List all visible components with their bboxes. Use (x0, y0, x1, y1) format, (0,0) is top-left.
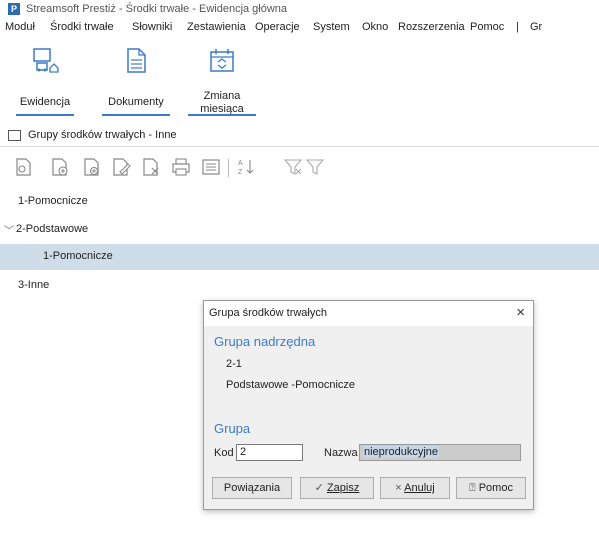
filter-icon[interactable] (305, 157, 325, 177)
menu-item-rozszerzenia[interactable]: Rozszerzenia (398, 21, 465, 33)
view-document-icon[interactable] (14, 157, 34, 177)
tree-row-label: 1-Pomocnicze (18, 195, 88, 207)
cancel-button-label: Anuluj (404, 482, 435, 494)
ribbon-ewidencja-underline (16, 114, 74, 116)
nazwa-label: Nazwa (324, 447, 358, 459)
nazwa-value: nieprodukcyjne (363, 446, 439, 458)
filter-clear-icon[interactable] (283, 157, 303, 177)
svg-text:Z: Z (238, 169, 243, 176)
group-section-heading: Grupa (214, 421, 251, 436)
tree-row[interactable]: ﹀ 2-Podstawowe (0, 217, 599, 243)
ribbon-ewidencja-button[interactable]: Ewidencja (10, 40, 80, 120)
kod-value: 2 (240, 446, 247, 458)
parent-code: 2-1 (226, 358, 242, 370)
save-button-label: Zapisz (326, 482, 360, 494)
ribbon-zmiana-underline (188, 114, 256, 116)
links-button[interactable]: Powiązania (212, 477, 292, 499)
list-header: Grupy środków trwałych - Inne (0, 124, 599, 147)
kod-input[interactable]: 2 (236, 444, 303, 461)
ribbon-dokumenty-label: Dokumenty (108, 96, 164, 108)
title-bar: P Streamsoft Prestiż - Środki trwałe - E… (0, 0, 599, 18)
window-title: Streamsoft Prestiż - Środki trwałe - Ewi… (26, 3, 288, 15)
kod-label: Kod (214, 447, 234, 459)
tree-row-selected[interactable]: 1-Pomocnicze (0, 244, 599, 270)
add-document-icon[interactable] (50, 157, 70, 177)
ribbon-dokumenty-underline (102, 114, 170, 116)
menu-bar: Moduł Środki trwałe Słowniki Zestawienia… (0, 18, 599, 36)
parent-section-heading: Grupa nadrzędna (214, 334, 316, 349)
ribbon-zmiana-miesiaca-button[interactable]: Zmiana miesiąca (182, 40, 262, 120)
help-icon: ⍰ (469, 482, 476, 494)
chevron-down-icon[interactable]: ﹀ (4, 222, 14, 237)
menu-item-slowniki[interactable]: Słowniki (132, 21, 172, 33)
app-logo: P (8, 3, 20, 15)
tree-row-label: 3-Inne (18, 279, 50, 291)
menu-item-srodki-trwale[interactable]: Środki trwałe (50, 21, 114, 33)
document-icon (127, 48, 146, 73)
dialog-title: Grupa środków trwałych (209, 307, 327, 319)
tree-row-label: 2-Podstawowe (16, 223, 89, 235)
list-header-icon (8, 130, 21, 141)
toolbar-separator (228, 159, 229, 177)
check-icon: ✓ (314, 482, 324, 494)
menu-item-system[interactable]: System (313, 21, 350, 33)
copy-document-icon[interactable] (82, 157, 102, 177)
sort-icon[interactable]: A Z (236, 157, 256, 177)
links-button-label: Powiązania (223, 482, 281, 494)
help-button-label: Pomoc (478, 482, 513, 494)
calendar-switch-icon (210, 49, 234, 72)
menu-item-gr[interactable]: Gr (530, 21, 542, 33)
computer-building-icon (33, 48, 59, 73)
menu-item-modul[interactable]: Moduł (5, 21, 35, 33)
menu-separator: | (516, 21, 519, 33)
group-dialog: Grupa środków trwałych × Grupa nadrzędna… (203, 300, 534, 510)
menu-item-pomoc[interactable]: Pomoc (470, 21, 504, 33)
help-button[interactable]: ⍰ Pomoc (456, 477, 526, 499)
save-button[interactable]: ✓ Zapisz (300, 477, 374, 499)
print-icon[interactable] (171, 157, 191, 177)
ribbon-zmiana-label-1: Zmiana (203, 90, 241, 102)
ribbon: Ewidencja Dokumenty Zmiana miesiąca (0, 36, 599, 125)
tree-row[interactable]: 3-Inne (0, 273, 599, 299)
tree-row[interactable]: 1-Pomocnicze (0, 189, 599, 215)
svg-text:A: A (238, 160, 243, 167)
dialog-title-bar: Grupa środków trwałych × (204, 301, 533, 326)
ribbon-ewidencja-label: Ewidencja (19, 96, 71, 108)
delete-document-icon[interactable] (141, 157, 161, 177)
close-icon[interactable]: × (516, 304, 525, 321)
list-icon[interactable] (201, 157, 221, 177)
list-header-title: Grupy środków trwałych - Inne (28, 129, 177, 141)
list-toolbar: A Z (0, 147, 599, 187)
cancel-button[interactable]: × Anuluj (380, 477, 450, 499)
menu-item-okno[interactable]: Okno (362, 21, 388, 33)
x-icon: × (395, 482, 402, 494)
menu-item-zestawienia[interactable]: Zestawienia (187, 21, 246, 33)
menu-item-operacje[interactable]: Operacje (255, 21, 300, 33)
parent-name: Podstawowe -Pomocnicze (226, 379, 356, 391)
edit-document-icon[interactable] (111, 157, 131, 177)
tree-row-label: 1-Pomocnicze (43, 250, 113, 262)
ribbon-dokumenty-button[interactable]: Dokumenty (96, 40, 176, 120)
nazwa-input[interactable]: nieprodukcyjne (359, 444, 521, 461)
